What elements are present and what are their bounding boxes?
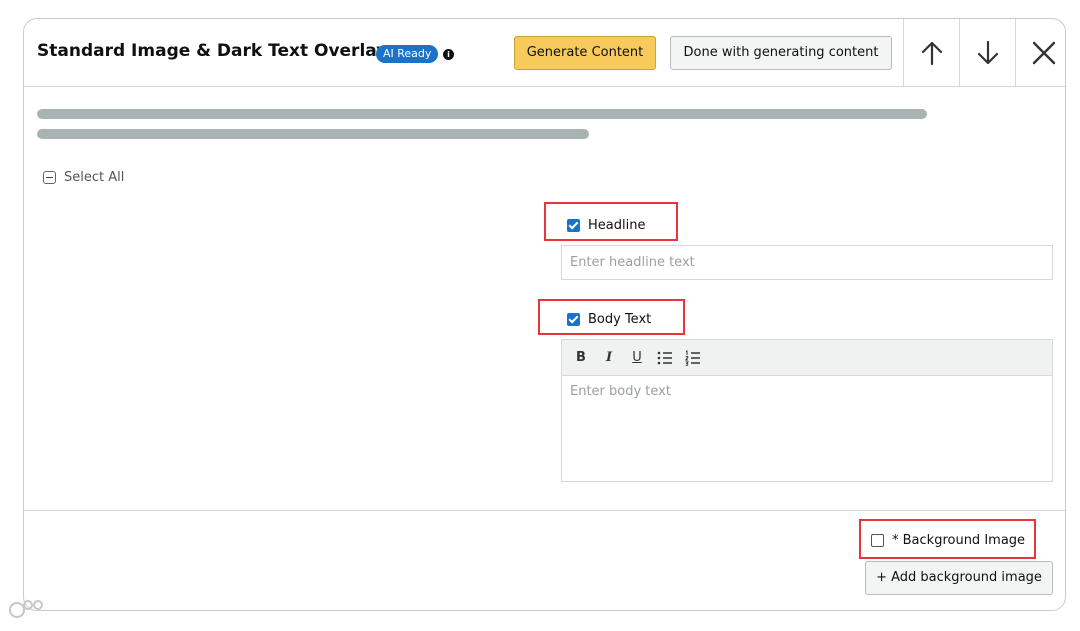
headline-checkbox-row[interactable]: Headline [567,218,645,233]
bold-button[interactable]: B [572,349,590,367]
arrow-up-icon [921,41,942,66]
close-icon [1032,41,1055,65]
body-text-checkbox[interactable] [567,313,580,326]
close-module-button[interactable] [1015,19,1065,87]
move-up-button[interactable] [903,19,959,87]
body-text-editor[interactable] [561,375,1053,482]
select-all-label: Select All [64,170,125,185]
done-generating-button[interactable]: Done with generating content [670,36,892,70]
background-image-label: * Background Image [892,533,1026,548]
numbered-list-button[interactable] [684,349,702,367]
italic-button[interactable]: I [600,349,618,367]
loading-skeleton-line [37,109,927,119]
background-image-checkbox-row[interactable]: * Background Image [871,533,1025,548]
move-down-button[interactable] [959,19,1015,87]
body-text-label: Body Text [588,312,652,327]
headline-checkbox[interactable] [567,219,580,232]
headline-label: Headline [588,218,646,233]
section-divider [24,510,1065,511]
watermark-logo [8,598,46,620]
loading-skeleton-line [37,129,589,139]
module-card: Standard Image & Dark Text Overlay AI Re… [23,18,1066,611]
underline-button[interactable]: U [628,349,646,367]
headline-input[interactable] [561,245,1053,280]
select-all-toggle[interactable]: Select All [43,170,124,185]
background-image-checkbox[interactable] [871,534,884,547]
body-text-checkbox-row[interactable]: Body Text [567,312,651,327]
module-title: Standard Image & Dark Text Overlay [37,41,388,61]
bullet-list-icon [657,351,672,364]
info-icon[interactable]: i [443,49,454,60]
numbered-list-icon [684,349,700,366]
rich-text-toolbar: B I U [561,339,1053,375]
module-header: Standard Image & Dark Text Overlay AI Re… [24,19,1065,87]
arrow-down-icon [977,40,998,65]
minus-square-icon [43,171,56,184]
ai-ready-badge: AI Ready [376,45,439,63]
bullet-list-button[interactable] [656,349,674,367]
watermark-icon [9,600,43,618]
generate-content-button[interactable]: Generate Content [514,36,656,70]
add-background-image-button[interactable]: + Add background image [865,561,1053,595]
